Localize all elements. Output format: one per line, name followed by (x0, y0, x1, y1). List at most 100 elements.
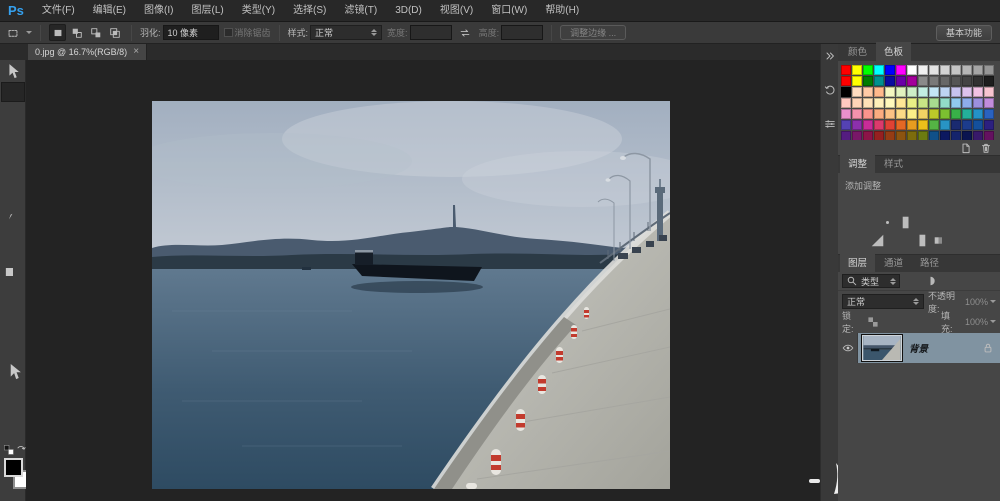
swatch-63[interactable] (918, 109, 928, 119)
swatch-95[interactable] (962, 131, 972, 140)
swatch-47[interactable] (896, 98, 906, 108)
swatch-19[interactable] (896, 76, 906, 86)
swatch-60[interactable] (885, 109, 895, 119)
swatch-43[interactable] (852, 98, 862, 108)
swatch-76[interactable] (907, 120, 917, 130)
swatch-24[interactable] (951, 76, 961, 86)
swap-width-height-button[interactable] (457, 24, 474, 41)
swatch-74[interactable] (885, 120, 895, 130)
filter-smart-objects-icon[interactable] (974, 274, 989, 288)
swatch-94[interactable] (951, 131, 961, 140)
history-panel-icon[interactable] (822, 82, 838, 98)
filter-pixel-layers-icon[interactable] (906, 274, 921, 288)
move-tool[interactable] (1, 62, 25, 82)
swatch-49[interactable] (918, 98, 928, 108)
filter-adjustment-layers-icon[interactable] (923, 274, 938, 288)
swatch-30[interactable] (863, 87, 873, 97)
swatch-51[interactable] (940, 98, 950, 108)
properties-panel-icon[interactable] (822, 116, 838, 132)
tab-adjustments[interactable]: 调整 (840, 154, 875, 173)
swatch-84[interactable] (841, 131, 851, 140)
feather-input[interactable]: 10 像素 (163, 25, 219, 40)
swatch-42[interactable] (841, 98, 851, 108)
swatch-59[interactable] (874, 109, 884, 119)
swatch-22[interactable] (929, 76, 939, 86)
swatch-6[interactable] (907, 65, 917, 75)
menu-item-2[interactable]: 图像(I) (135, 0, 182, 22)
swatch-41[interactable] (984, 87, 994, 97)
swatch-66[interactable] (951, 109, 961, 119)
menu-item-6[interactable]: 滤镜(T) (335, 0, 386, 22)
swatch-7[interactable] (918, 65, 928, 75)
spot-healing-brush-tool[interactable] (1, 182, 25, 202)
menu-item-4[interactable]: 类型(Y) (233, 0, 284, 22)
swatch-61[interactable] (896, 109, 906, 119)
swap-colors-icon[interactable] (15, 444, 27, 456)
swatch-45[interactable] (874, 98, 884, 108)
menu-item-0[interactable]: 文件(F) (33, 0, 84, 22)
pen-tool[interactable] (1, 322, 25, 342)
swatch-78[interactable] (929, 120, 939, 130)
selective-color-adjustment-button[interactable] (953, 233, 970, 248)
swatch-1[interactable] (852, 65, 862, 75)
style-select[interactable]: 正常 (310, 25, 382, 40)
swatch-75[interactable] (896, 120, 906, 130)
swatch-65[interactable] (940, 109, 950, 119)
swatch-35[interactable] (918, 87, 928, 97)
swatch-67[interactable] (962, 109, 972, 119)
swatch-15[interactable] (852, 76, 862, 86)
tab-channels[interactable]: 通道 (876, 253, 911, 272)
tool-preset-arrow[interactable] (26, 31, 32, 34)
gradient-tool[interactable] (1, 262, 25, 282)
swatch-85[interactable] (852, 131, 862, 140)
close-document-icon[interactable]: × (133, 47, 139, 57)
menu-item-8[interactable]: 视图(V) (431, 0, 482, 22)
type-tool[interactable] (1, 342, 25, 362)
layer-visibility-toggle[interactable] (838, 333, 858, 363)
path-selection-tool[interactable] (1, 362, 25, 382)
swatch-36[interactable] (929, 87, 939, 97)
swatch-4[interactable] (885, 65, 895, 75)
photo-filter-adjustment-button[interactable] (921, 215, 938, 230)
menu-item-1[interactable]: 编辑(E) (84, 0, 135, 22)
swatch-69[interactable] (984, 109, 994, 119)
swatch-0[interactable] (841, 65, 851, 75)
swatch-20[interactable] (907, 76, 917, 86)
swatch-54[interactable] (973, 98, 983, 108)
swatch-90[interactable] (907, 131, 917, 140)
dodge-tool[interactable] (1, 302, 25, 322)
lasso-tool[interactable] (1, 102, 25, 122)
swatch-14[interactable] (841, 76, 851, 86)
swatch-73[interactable] (874, 120, 884, 130)
swatch-29[interactable] (852, 87, 862, 97)
swatch-92[interactable] (929, 131, 939, 140)
invert-adjustment-button[interactable] (869, 233, 886, 248)
swatch-12[interactable] (973, 65, 983, 75)
height-input[interactable] (501, 25, 543, 40)
brightness-contrast-adjustment-button[interactable] (869, 197, 886, 212)
blend-mode-select[interactable]: 正常 (842, 294, 924, 309)
tab-color[interactable]: 颜色 (840, 42, 875, 61)
swatch-91[interactable] (918, 131, 928, 140)
clone-stamp-tool[interactable] (1, 222, 25, 242)
swatch-2[interactable] (863, 65, 873, 75)
tab-paths[interactable]: 路径 (912, 253, 947, 272)
width-input[interactable] (410, 25, 452, 40)
lock-image-button[interactable] (883, 315, 897, 329)
eyedropper-tool[interactable] (1, 162, 25, 182)
swatch-32[interactable] (885, 87, 895, 97)
foreground-color-swatch[interactable] (4, 458, 23, 477)
subtract-from-selection-button[interactable] (87, 24, 104, 41)
opacity-value[interactable]: 100% (965, 297, 996, 307)
swatch-13[interactable] (984, 65, 994, 75)
black-white-adjustment-button[interactable] (900, 215, 917, 230)
add-to-selection-button[interactable] (68, 24, 85, 41)
swatch-11[interactable] (962, 65, 972, 75)
swatch-27[interactable] (984, 76, 994, 86)
swatch-5[interactable] (896, 65, 906, 75)
new-selection-button[interactable] (49, 24, 66, 41)
hand-tool[interactable] (1, 402, 25, 422)
swatch-68[interactable] (973, 109, 983, 119)
fill-value[interactable]: 100% (965, 317, 996, 327)
swatch-9[interactable] (940, 65, 950, 75)
